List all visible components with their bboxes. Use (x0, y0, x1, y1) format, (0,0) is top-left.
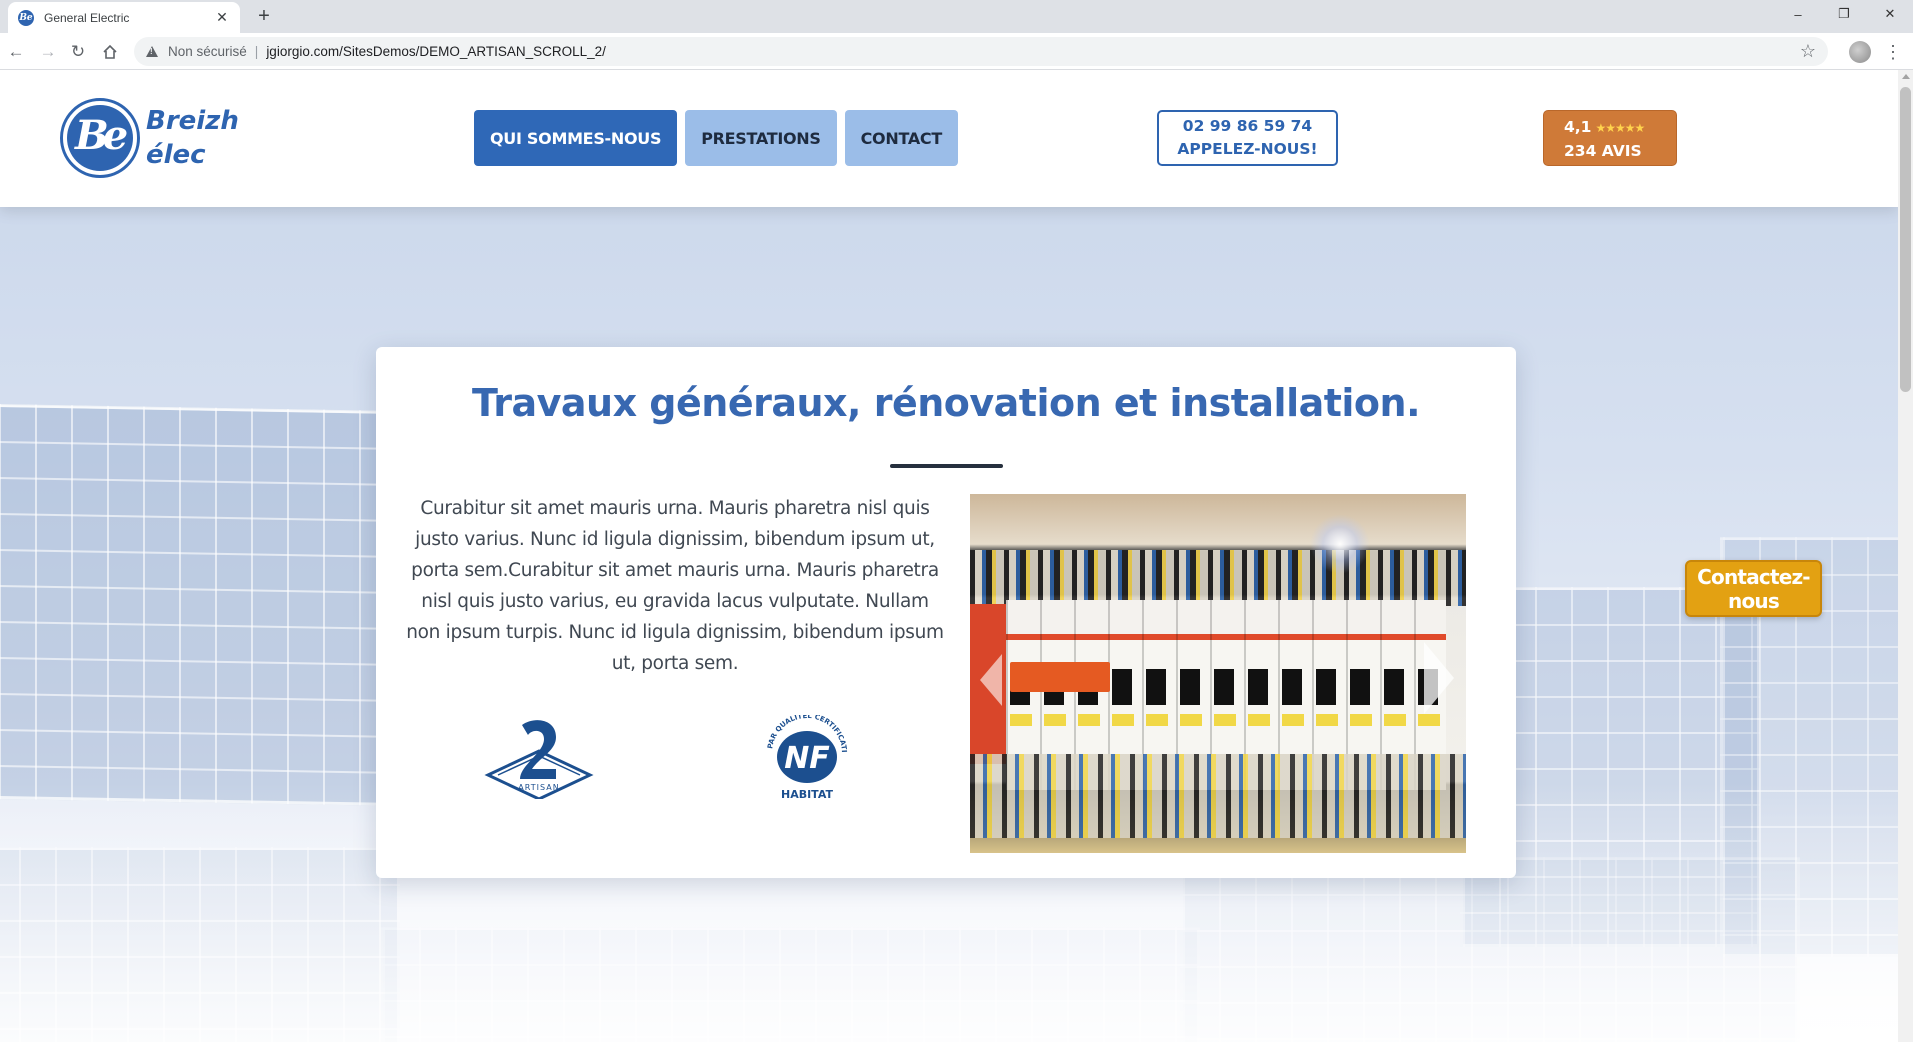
page-viewport: Be Breizh élec QUI SOMMES-NOUS PRESTATIO… (0, 70, 1898, 1042)
rating-value: 4,1 (1564, 118, 1592, 136)
forward-arrow-icon[interactable]: → (36, 40, 60, 64)
nav-prestations[interactable]: PRESTATIONS (685, 110, 837, 166)
warning-icon (146, 46, 158, 57)
artisan-logo: ARTISAN (482, 719, 596, 801)
tab-title: General Electric (44, 10, 130, 25)
browser-menu-icon[interactable]: ⋮ (1884, 40, 1902, 64)
browser-toolbar: ← → ↻ Non sécurisé | jgiorgio.com/SitesD… (0, 33, 1913, 70)
site-favicon-icon: Be (18, 9, 34, 26)
solar-panel-image (0, 403, 380, 806)
site-header: Be Breizh élec QUI SOMMES-NOUS PRESTATIO… (0, 70, 1898, 207)
nf-logo-sub: HABITAT (781, 788, 834, 801)
phone-cta: APPELEZ-NOUS! (1177, 140, 1318, 158)
page-scrollbar[interactable] (1898, 70, 1913, 1042)
nf-logo-main: NF (784, 741, 830, 776)
browser-tabbar: Be General Electric ✕ + – ❐ ✕ (0, 0, 1913, 33)
bookmark-star-icon[interactable]: ☆ (1800, 41, 1816, 62)
logo-monogram: Be (75, 112, 128, 159)
card-title: Travaux généraux, rénovation et installa… (471, 381, 1421, 425)
electrical-panel-photo (970, 494, 1466, 853)
intro-card: Travaux généraux, rénovation et installa… (376, 347, 1516, 878)
card-body-text: Curabitur sit amet mauris urna. Mauris p… (406, 498, 944, 674)
logo-circle: Be (60, 98, 140, 178)
security-label: Non sécurisé (168, 44, 247, 59)
back-arrow-icon[interactable]: ← (4, 40, 28, 64)
window-controls: – ❐ ✕ (1775, 0, 1913, 28)
close-tab-icon[interactable]: ✕ (214, 9, 230, 26)
brand-logo[interactable]: Be Breizh élec (60, 98, 260, 182)
chevron-right-icon (1424, 642, 1454, 714)
reload-icon[interactable]: ↻ (66, 40, 90, 64)
rating-count: 234 AVIS (1564, 142, 1642, 160)
restore-button[interactable]: ❐ (1821, 0, 1867, 28)
rating-stars-icon: ★★★★★ (1595, 121, 1645, 135)
nf-habitat-logo: PAR QUALITEL CERTIFICATION NF HABITAT (757, 709, 854, 801)
scroll-up-arrow-icon[interactable] (1902, 74, 1910, 79)
logo-line-1: Breizh (146, 106, 239, 136)
minimize-button[interactable]: – (1775, 0, 1821, 28)
chevron-left-icon (980, 654, 1002, 706)
url-text[interactable]: jgiorgio.com/SitesDemos/DEMO_ARTISAN_SCR… (266, 44, 606, 59)
floating-contact-button[interactable]: Contactez-nous (1685, 560, 1822, 617)
reviews-badge[interactable]: 4,1 ★★★★★ 234 AVIS (1543, 110, 1677, 166)
logo-line-2: élec (146, 140, 206, 170)
home-icon[interactable] (98, 40, 122, 64)
url-separator: | (254, 44, 259, 59)
title-divider (890, 464, 1003, 468)
nav-contact[interactable]: CONTACT (844, 110, 958, 166)
phone-number: 02 99 86 59 74 (1182, 117, 1313, 135)
scrollbar-thumb[interactable] (1900, 87, 1911, 392)
main-nav: QUI SOMMES-NOUS PRESTATIONS CONTACT (474, 110, 958, 166)
close-window-button[interactable]: ✕ (1867, 0, 1913, 28)
address-bar[interactable]: Non sécurisé | jgiorgio.com/SitesDemos/D… (134, 37, 1828, 66)
phone-call-button[interactable]: 02 99 86 59 74 APPELEZ-NOUS! (1157, 110, 1338, 166)
logo-wordmark: Breizh élec (146, 104, 239, 172)
artisan-logo-text: ARTISAN (518, 783, 559, 792)
profile-avatar-icon[interactable] (1849, 41, 1871, 63)
nav-qui-sommes-nous[interactable]: QUI SOMMES-NOUS (474, 110, 678, 166)
new-tab-button[interactable]: + (252, 4, 276, 28)
browser-tab[interactable]: Be General Electric ✕ (8, 2, 240, 33)
